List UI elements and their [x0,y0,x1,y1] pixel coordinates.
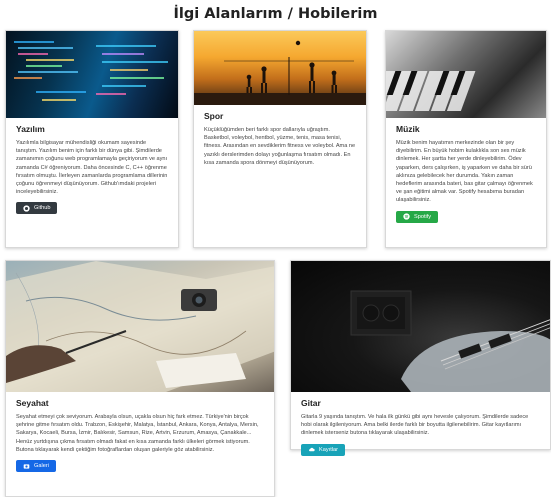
card-seyahat: Seyahat Seyahat etmeyi çok seviyorum. Ar… [5,260,275,497]
card-title: Spor [204,111,224,121]
guitar-image [291,261,550,392]
gallery-icon [23,463,30,469]
card-title: Müzik [396,124,420,134]
card-text: Müzik benim hayatımın merkezinde olan bi… [396,140,533,204]
card-text: Seyahat etmeyi çok seviyorum. Arabayla o… [16,414,259,453]
spotify-button[interactable]: Spotify [396,210,439,223]
piano-image [386,31,546,118]
map-travel-image [6,261,274,392]
card-muzik: Müzik Müzik benim hayatımın merkezinde o… [385,30,547,248]
card-yazilim: Yazılım Yazılımla bilgisayar mühendisliğ… [5,30,179,248]
card-text: Gitarla 9 yaşında tanıştım. Ve hala ilk … [301,414,529,437]
github-button-label: Github [34,205,51,212]
guitar-art [350,290,550,392]
recordings-button[interactable]: Kayıtlar [301,443,345,456]
spotify-icon [403,213,410,220]
card-title: Gitar [301,398,321,408]
gallery-button[interactable]: Galeri [16,460,56,473]
github-icon [23,205,30,212]
volleyball-image [194,31,366,105]
map-art [6,261,274,392]
gallery-button-label: Galeri [34,463,49,470]
card-spor: Spor Küçüklüğümden beri farklı spor dall… [193,30,367,248]
code-screen-art [14,41,168,101]
card-text: Küçüklüğümden beri farklı spor dallarıyl… [204,127,356,166]
card-text: Yazılımla bilgisayar mühendisliği okumam… [16,140,168,196]
github-button[interactable]: Github [16,202,58,215]
cloud-icon [309,447,315,452]
piano-keys-art [386,71,476,111]
coding-image [6,31,178,118]
card-title: Yazılım [16,124,45,134]
recordings-button-label: Kayıtlar [319,446,338,453]
volleyball-silhouette-art [194,40,366,105]
spotify-button-label: Spotify [414,213,432,220]
page-title: İlgi Alanlarım / Hobilerim [173,6,378,22]
card-gitar: Gitar Gitarla 9 yaşında tanıştım. Ve hal… [290,260,551,456]
card-title: Seyahat [16,398,49,408]
